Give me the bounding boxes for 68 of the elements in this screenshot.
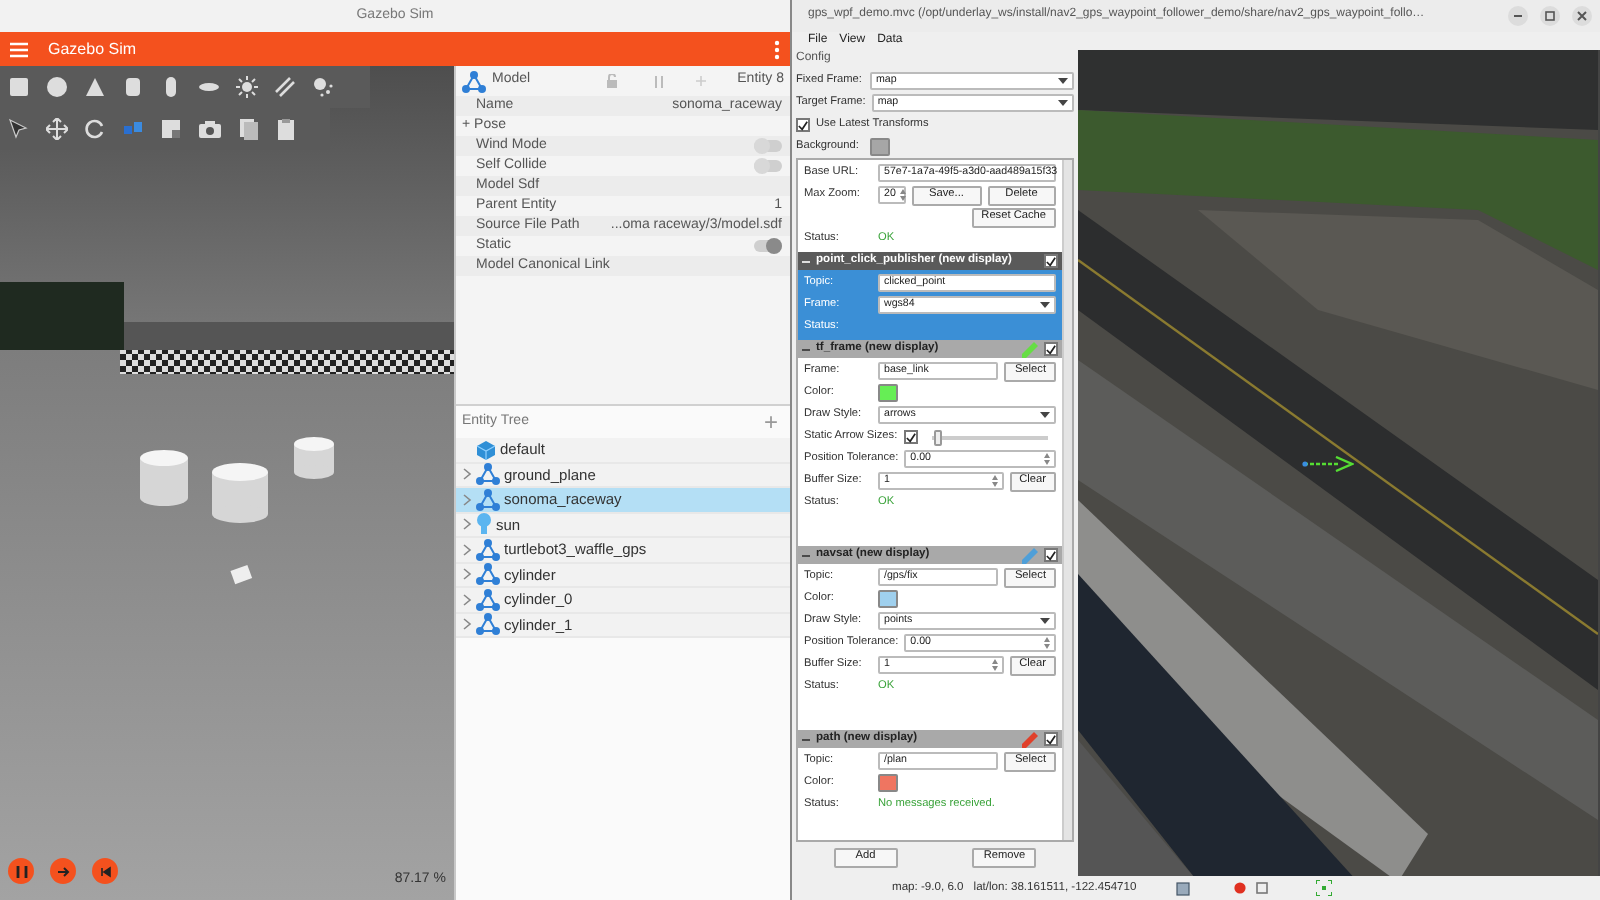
checkbox[interactable] — [1044, 732, 1058, 746]
caret-icon — [1058, 100, 1068, 106]
more-icon[interactable] — [774, 39, 780, 59]
record-icon[interactable] — [1234, 882, 1247, 894]
scrollbar[interactable] — [1062, 160, 1072, 840]
caret-icon — [1040, 618, 1050, 624]
copy-icon[interactable] — [238, 118, 260, 140]
spin-arrows-icon — [991, 474, 998, 488]
cylinder-icon[interactable] — [122, 76, 144, 98]
color-swatch[interactable] — [878, 384, 898, 402]
spin-arrows-icon — [1044, 636, 1050, 650]
slider-thumb[interactable] — [933, 429, 942, 445]
toggle-switch[interactable] — [754, 160, 782, 172]
cube-icon — [476, 439, 496, 460]
model-icon — [476, 587, 500, 612]
minimize-button[interactable] — [1508, 6, 1528, 26]
cone-icon[interactable] — [84, 76, 106, 98]
pointer-icon[interactable] — [8, 118, 30, 140]
spin-arrows-icon — [991, 658, 998, 672]
collapse-icon[interactable] — [802, 345, 810, 353]
camera-icon[interactable] — [198, 118, 222, 140]
model-icon — [462, 69, 486, 93]
checkbox[interactable] — [796, 118, 810, 132]
color-swatch[interactable] — [878, 774, 898, 792]
model-icon — [476, 612, 500, 637]
collapse-icon[interactable] — [802, 735, 810, 743]
app-title: Gazebo Sim — [48, 39, 137, 59]
cylinder-model — [294, 437, 334, 479]
paste-icon[interactable] — [276, 118, 298, 140]
checkbox[interactable] — [1044, 254, 1058, 268]
capsule-icon[interactable] — [160, 76, 182, 98]
menu-icon[interactable] — [10, 41, 28, 57]
toggle-switch[interactable] — [754, 240, 782, 252]
close-button[interactable] — [1572, 6, 1592, 26]
spin-arrows-icon — [1044, 452, 1050, 466]
step-icon — [57, 865, 69, 877]
fit-view-icon[interactable] — [1316, 880, 1333, 896]
model-icon — [476, 487, 500, 512]
color-swatch[interactable] — [870, 138, 890, 156]
caret-icon — [1040, 412, 1050, 418]
cylinder-model — [212, 463, 268, 523]
maximize-button[interactable] — [1540, 6, 1560, 26]
checkbox[interactable] — [903, 430, 918, 444]
image-icon[interactable] — [1176, 881, 1191, 895]
toggle-switch[interactable] — [754, 140, 782, 152]
color-swatch[interactable] — [878, 590, 898, 608]
spin-arrows-icon — [899, 188, 906, 202]
rotate-icon[interactable] — [84, 118, 106, 140]
reset-icon — [99, 865, 111, 877]
box-icon[interactable] — [8, 76, 30, 98]
move-icon[interactable] — [46, 118, 68, 140]
model-icon — [476, 462, 500, 487]
collapse-icon[interactable] — [802, 551, 810, 559]
checkbox[interactable] — [1044, 548, 1058, 562]
spotlight-icon[interactable] — [312, 76, 334, 98]
stop-icon[interactable] — [1256, 882, 1269, 894]
caret-icon — [1058, 78, 1068, 84]
diagonal-lines-icon[interactable] — [274, 76, 296, 98]
sphere-icon[interactable] — [46, 76, 68, 98]
frame-arrow-icon — [1302, 456, 1354, 472]
checkbox[interactable] — [1044, 342, 1058, 356]
model-icon — [476, 537, 500, 562]
cylinder-model — [140, 450, 188, 506]
sun-icon[interactable] — [236, 76, 258, 98]
pause-icon — [15, 865, 27, 877]
light-bulb-icon — [476, 512, 492, 537]
caret-icon — [1040, 302, 1050, 308]
model-icon — [476, 562, 500, 587]
